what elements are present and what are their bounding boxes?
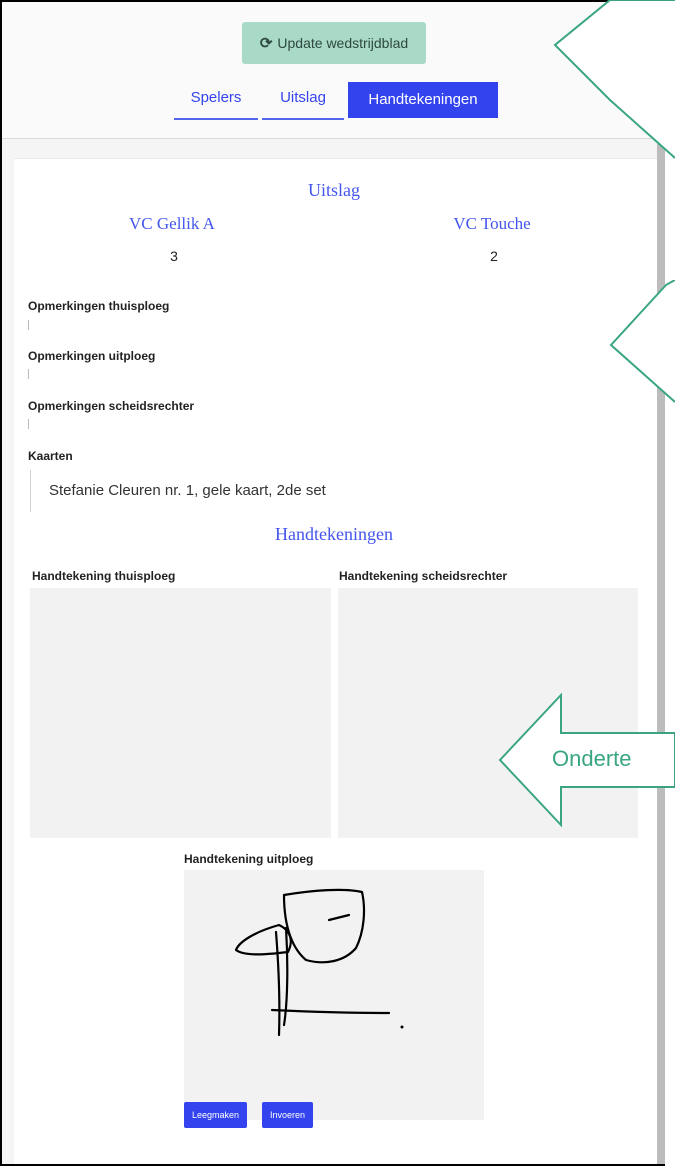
home-signature-pad[interactable] — [30, 588, 331, 838]
home-remarks-label: Opmerkingen thuisploeg — [28, 299, 170, 313]
signature-drawing — [234, 888, 404, 1037]
cards-value: Stefanie Cleuren nr. 1, gele kaart, 2de … — [30, 470, 430, 512]
home-team-name: VC Gellik A — [129, 214, 215, 233]
away-score: 2 — [490, 248, 498, 264]
update-button-label: Update wedstrijdblad — [277, 35, 409, 51]
away-team-name: VC Touche — [453, 214, 531, 233]
submit-signature-button[interactable]: Invoeren — [262, 1102, 314, 1128]
cards-label: Kaarten — [28, 449, 73, 463]
callout-text: Onderte — [552, 746, 632, 771]
tab-handtekeningen[interactable]: Handtekeningen — [348, 82, 498, 118]
home-score: 3 — [170, 248, 178, 264]
tab-uitslag[interactable]: Uitslag — [262, 82, 344, 120]
uitslag-heading: Uitslag — [308, 180, 360, 200]
update-wedstrijdblad-button[interactable]: ⟳ Update wedstrijdblad — [242, 22, 426, 64]
referee-signature-label: Handtekening scheidsrechter — [339, 569, 508, 583]
referee-remarks-label: Opmerkingen scheidsrechter — [28, 399, 195, 413]
home-signature-label: Handtekening thuisploeg — [32, 569, 176, 583]
home-remarks-field[interactable] — [28, 320, 29, 330]
refresh-icon: ⟳ — [259, 35, 273, 52]
callout-arrow-middle — [609, 280, 675, 403]
away-remarks-label: Opmerkingen uitploeg — [28, 349, 156, 363]
away-signature-label: Handtekening uitploeg — [184, 852, 314, 866]
referee-remarks-field[interactable] — [28, 419, 29, 429]
clear-signature-button[interactable]: Leegmaken — [184, 1102, 248, 1128]
away-remarks-field[interactable] — [28, 369, 29, 379]
app-frame: ⟳ Update wedstrijdblad Spelers Uitslag H… — [0, 0, 665, 1166]
away-signature-pad[interactable] — [184, 870, 484, 1120]
handtekeningen-heading: Handtekeningen — [275, 524, 393, 544]
tab-spelers[interactable]: Spelers — [174, 82, 258, 120]
callout-arrow-top — [553, 0, 675, 159]
